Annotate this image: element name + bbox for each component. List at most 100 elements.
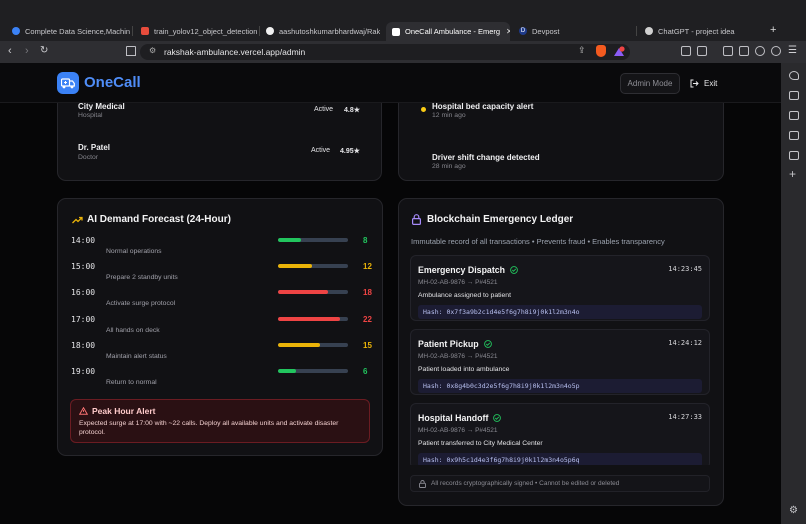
tab-favicon-icon (12, 27, 20, 35)
forecast-value: 15 (363, 340, 372, 350)
browser-tab-1[interactable]: Complete Data Science,Machine (12, 23, 130, 39)
github-icon (266, 27, 274, 35)
provider-status: Active (314, 106, 334, 113)
ledger-entries-list[interactable]: Emergency Dispatch 14:23:45 MH-02-AB-987… (410, 255, 710, 465)
reading-list-icon[interactable] (789, 91, 799, 100)
forecast-bar-fill (278, 264, 312, 269)
forecast-bar-fill (278, 290, 328, 295)
provider-rating: 4.8★ (344, 107, 361, 114)
devpost-icon: D (519, 27, 527, 35)
browser-tab-bar: Complete Data Science,Machine train_yolo… (0, 0, 806, 41)
wallet-icon[interactable] (739, 46, 749, 56)
forecast-value: 12 (363, 262, 372, 272)
exit-label: Exit (704, 79, 718, 88)
browser-tab-4-active[interactable]: OneCall Ambulance - Emerg ✕ (386, 22, 510, 41)
brave-rewards-icon[interactable] (613, 45, 625, 57)
sidebar-settings-gear-icon[interactable]: ⚙ (789, 505, 798, 516)
entry-time: 14:24:12 (668, 339, 702, 347)
entry-description: Patient transferred to City Medical Cent… (418, 440, 543, 447)
ledger-entry[interactable]: Emergency Dispatch 14:23:45 MH-02-AB-987… (410, 255, 710, 321)
forecast-note: Maintain alert status (106, 352, 167, 360)
forecast-bar (278, 264, 348, 269)
exit-button[interactable]: Exit (690, 73, 717, 94)
entry-hash: Hash: 0x7f3a9b2c1d4e5f6g7h8i9j0k1l2m3n4o (418, 305, 702, 319)
add-sidebar-item-icon[interactable]: + (789, 167, 796, 181)
entry-time: 14:23:45 (668, 265, 702, 273)
brand-name[interactable]: OneCall (84, 74, 141, 91)
browser-tab-2[interactable]: train_yolov12_object_detection (141, 23, 257, 39)
forecast-value: 22 (363, 314, 372, 324)
forward-arrow-icon[interactable]: › (25, 45, 29, 57)
forecast-note: All hands on deck (106, 326, 160, 334)
check-circle-icon (483, 340, 492, 348)
forecast-time: 18:00 (71, 340, 96, 350)
entry-route: MH-02-AB-9876 → P#4521 (418, 279, 498, 286)
forecast-time: 19:00 (71, 367, 96, 376)
forecast-time: 16:00 (71, 288, 96, 298)
tab-favicon-icon (141, 27, 149, 35)
forecast-note: Activate surge protocol (106, 300, 176, 308)
leo-ai-icon[interactable] (755, 46, 765, 56)
browser-side-panel: + ⚙ (781, 63, 806, 524)
menu-icon[interactable]: ☰ (788, 45, 797, 56)
provider-name: City Medical (78, 102, 125, 111)
entry-hash: Hash: 0x9h5c1d4e3f6g7h8i9j0k1l2m3n4o5p6q (418, 453, 702, 465)
bookmark-icon[interactable] (126, 46, 136, 56)
browser-tab-5[interactable]: D Devpost (519, 23, 629, 39)
forecast-bar-fill (278, 369, 296, 373)
share-icon[interactable]: ⇪ (578, 45, 586, 56)
browser-tab-6[interactable]: ChatGPT - project idea (645, 23, 757, 39)
browser-tab-3[interactable]: aashutoshkumarbhardwaj/Raksh (266, 23, 380, 39)
ledger-entry[interactable]: Patient Pickup 14:24:12 MH-02-AB-9876 → … (410, 329, 710, 395)
wallet-sidebar-icon[interactable] (789, 111, 799, 120)
sidebar-toggle-icon[interactable] (723, 46, 733, 56)
provider-name: Dr. Patel (78, 143, 111, 152)
provider-type: Hospital (78, 112, 103, 119)
entry-description: Patient loaded into ambulance (418, 366, 510, 373)
leo-sidebar-icon[interactable] (789, 71, 799, 80)
history-sidebar-icon[interactable] (789, 151, 799, 160)
close-tab-icon[interactable]: ✕ (506, 27, 510, 36)
chatgpt-icon (645, 27, 653, 35)
ledger-subtitle: Immutable record of all transactions • P… (411, 237, 665, 246)
bookmarks-sidebar-icon[interactable] (789, 131, 799, 140)
forecast-bar (278, 290, 348, 295)
forecast-bar (278, 316, 348, 321)
forecast-bar-fill (278, 316, 340, 321)
brave-shields-icon[interactable] (596, 45, 606, 57)
warning-triangle-icon (79, 407, 88, 415)
reload-icon[interactable]: ↻ (40, 45, 48, 56)
alert-title: Peak Hour Alert (92, 406, 156, 416)
ambulance-logo-icon (57, 72, 79, 94)
address-bar[interactable]: ⚙ rakshak-ambulance.vercel.app/admin ⇪ (140, 44, 630, 60)
tab-label: aashutoshkumarbhardwaj/Raksh (279, 26, 380, 36)
entry-route: MH-02-AB-9876 → P#4521 (418, 427, 498, 434)
peak-hour-alert: Peak Hour Alert Expected surge at 17:00 … (70, 399, 370, 443)
entry-title: Patient Pickup (418, 339, 479, 349)
forecast-time: 15:00 (71, 262, 96, 272)
back-arrow-icon[interactable]: ‹ (8, 45, 12, 57)
trending-up-icon (72, 216, 83, 224)
forecast-note: Normal operations (106, 248, 162, 255)
site-settings-icon[interactable]: ⚙ (149, 46, 156, 55)
extensions-icon[interactable] (681, 46, 691, 56)
tab-label: OneCall Ambulance - Emerg (405, 27, 501, 36)
activity-time: 28 min ago (432, 163, 466, 170)
admin-mode-button[interactable]: Admin Mode (620, 73, 680, 94)
entry-title: Hospital Handoff (418, 413, 489, 423)
forecast-value: 8 (363, 236, 368, 245)
forecast-value: 6 (363, 367, 368, 376)
reader-mode-icon[interactable] (697, 46, 707, 56)
ledger-entry[interactable]: Hospital Handoff 14:27:33 MH-02-AB-9876 … (410, 403, 710, 465)
forecast-bar (278, 369, 348, 373)
lock-icon (412, 214, 421, 225)
activity-text: Hospital bed capacity alert (432, 102, 534, 111)
forecast-bar (278, 342, 348, 347)
forecast-time: 17:00 (71, 314, 96, 324)
provider-rating: 4.95★ (340, 148, 360, 155)
new-tab-plus-icon[interactable]: + (770, 24, 776, 36)
vpn-icon[interactable] (771, 46, 781, 56)
tab-label: Devpost (532, 26, 560, 36)
ledger-footer: All records cryptographically signed • C… (410, 475, 710, 492)
forecast-title: AI Demand Forecast (24-Hour) (87, 214, 231, 225)
